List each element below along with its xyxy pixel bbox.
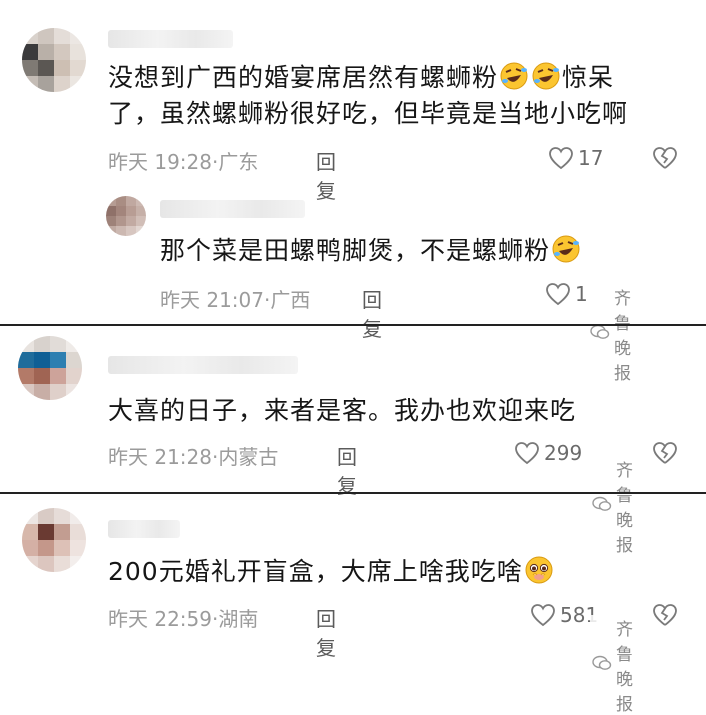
comment-text: 那个菜是田螺鸭脚煲，不是螺蛳粉: [160, 233, 582, 269]
heart-icon: [514, 441, 540, 465]
username-blurred[interactable]: [108, 520, 180, 538]
watermark: 齐鲁晚报: [590, 456, 635, 556]
reply-button[interactable]: 回复: [316, 146, 336, 204]
avatar[interactable]: [106, 196, 146, 236]
timestamp: 昨天 21:28: [108, 445, 212, 469]
broken-heart-icon: [652, 441, 678, 465]
like-button[interactable]: 1: [545, 282, 588, 306]
heart-icon: [548, 146, 574, 170]
wechat-icon: [592, 655, 612, 676]
watermark: 齐鲁晚报: [588, 284, 633, 384]
location: 湖南: [218, 607, 259, 631]
username-blurred[interactable]: [160, 200, 305, 218]
heart-icon: [530, 603, 556, 627]
location: 内蒙古: [218, 445, 279, 469]
watermark: 齐鲁晚报: [590, 615, 635, 715]
like-button[interactable]: 299: [514, 441, 582, 465]
wechat-icon: [590, 324, 610, 345]
comment-text-line1: 没想到广西的婚宴席居然有螺蛳粉 惊呆: [108, 61, 615, 92]
divider: [0, 324, 706, 326]
comment-meta: 昨天 22:59·湖南: [108, 607, 259, 631]
broken-heart-icon: [652, 603, 678, 627]
comment-text-line2: 了，虽然螺蛳粉很好吃，但毕竟是当地小吃啊: [108, 99, 629, 128]
location: 广西: [270, 288, 311, 312]
username-blurred[interactable]: [108, 30, 233, 48]
timestamp: 昨天 19:28: [108, 150, 212, 174]
like-button[interactable]: 17: [548, 146, 603, 170]
broken-heart-icon: [652, 146, 678, 170]
avatar[interactable]: [18, 336, 82, 400]
rofl-emoji: [551, 234, 581, 264]
comment-text: 200元婚礼开盲盒，大席上啥我吃啥: [108, 554, 555, 590]
dislike-button[interactable]: [652, 146, 678, 170]
comment-meta: 昨天 21:07·广西: [160, 288, 311, 312]
pleading-emoji: [524, 555, 554, 585]
like-count: 299: [544, 441, 583, 465]
comment-text: 大喜的日子，来者是客。我办也欢迎来吃: [108, 396, 577, 425]
divider: [0, 492, 706, 494]
avatar[interactable]: [22, 28, 86, 92]
wechat-icon: [592, 496, 612, 517]
comment-meta: 昨天 19:28·广东: [108, 150, 259, 174]
dislike-button[interactable]: [652, 603, 678, 627]
avatar[interactable]: [22, 508, 86, 572]
rofl-emoji: [499, 61, 529, 91]
like-count: 1: [575, 282, 588, 306]
timestamp: 昨天 21:07: [160, 288, 264, 312]
like-button[interactable]: 581: [530, 603, 598, 627]
location: 广东: [218, 150, 259, 174]
reply-button[interactable]: 回复: [316, 603, 336, 661]
heart-icon: [545, 282, 571, 306]
reply-button[interactable]: 回复: [337, 441, 357, 499]
timestamp: 昨天 22:59: [108, 607, 212, 631]
like-count: 17: [578, 146, 604, 170]
dislike-button[interactable]: [652, 441, 678, 465]
rofl-emoji: [531, 61, 561, 91]
username-blurred[interactable]: [108, 356, 298, 374]
comment-meta: 昨天 21:28·内蒙古: [108, 445, 279, 469]
reply-button[interactable]: 回复: [362, 284, 382, 342]
